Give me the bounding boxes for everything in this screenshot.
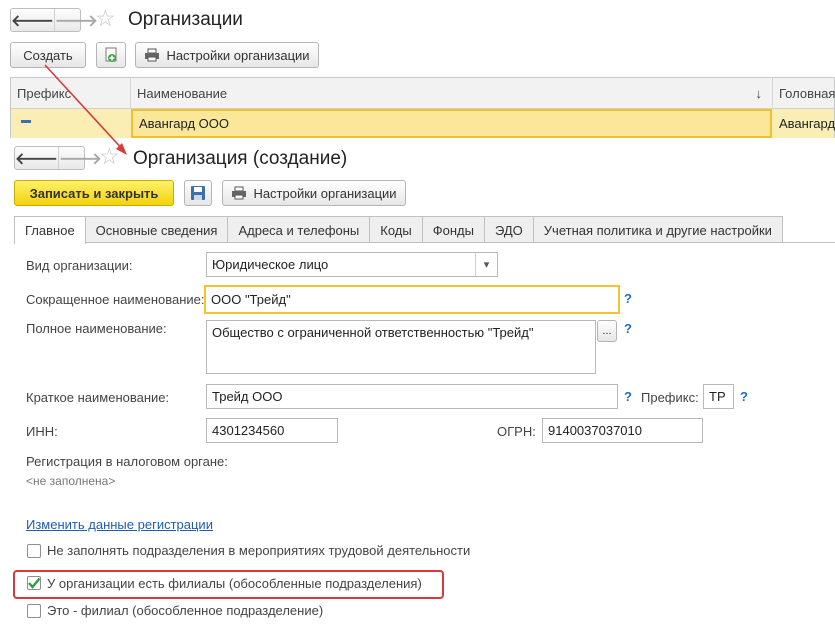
tab-main[interactable]: Главное [14, 216, 86, 244]
annotation-arrow [44, 64, 127, 155]
